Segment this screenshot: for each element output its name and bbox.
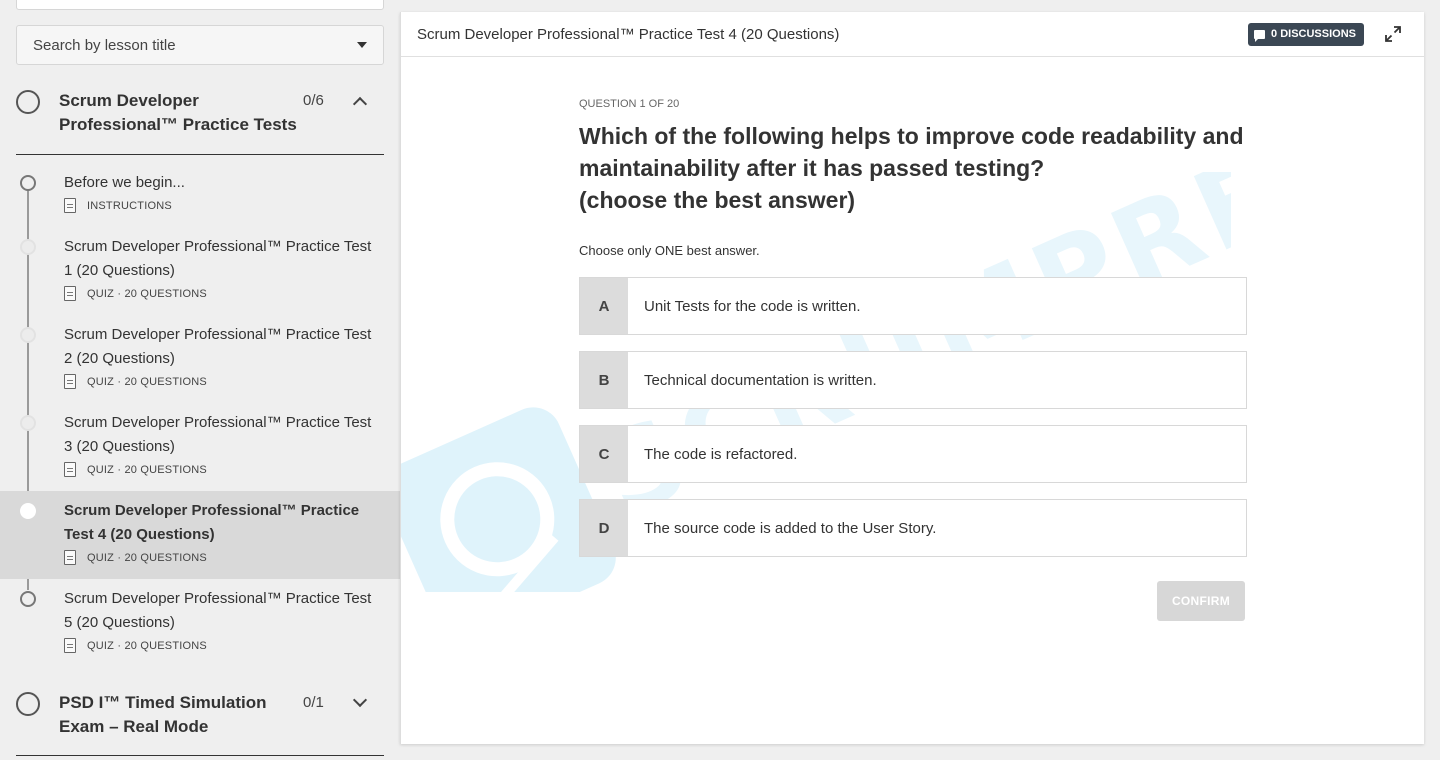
question-number: QUESTION 1 OF 20 xyxy=(579,98,680,110)
option-text: The source code is added to the User Sto… xyxy=(628,500,1246,556)
question-text-line: Which of the following helps to improve … xyxy=(579,123,1244,149)
answer-option-a[interactable]: A Unit Tests for the code is written. xyxy=(579,277,1247,335)
question-text: Which of the following helps to improve … xyxy=(579,120,1259,216)
quiz-icon xyxy=(64,462,76,477)
lesson-item-practice-test-1[interactable]: Scrum Developer Professional™ Practice T… xyxy=(0,235,400,317)
chat-bubble-icon xyxy=(1254,29,1266,42)
lesson-status-circle-icon xyxy=(20,591,36,607)
lesson-meta: QUIZ · 20 QUESTIONS xyxy=(87,375,207,388)
section-progress-circle-icon xyxy=(16,692,40,716)
section-title: Scrum Developer Professional™ Practice T… xyxy=(59,91,297,134)
lesson-item-practice-test-2[interactable]: Scrum Developer Professional™ Practice T… xyxy=(0,323,400,405)
lesson-status-circle-icon xyxy=(20,327,36,343)
section-divider xyxy=(16,755,384,756)
option-text: Technical documentation is written. xyxy=(628,352,1246,408)
lesson-meta: QUIZ · 20 QUESTIONS xyxy=(87,463,207,476)
quiz-icon xyxy=(64,550,76,565)
chevron-down-icon[interactable] xyxy=(352,692,368,708)
lesson-status-circle-icon xyxy=(20,175,36,191)
course-sidebar: Search by lesson title Scrum Developer P… xyxy=(0,0,400,760)
caret-down-icon xyxy=(357,42,367,48)
option-text: The code is refactored. xyxy=(628,426,1246,482)
quiz-icon xyxy=(64,286,76,301)
quiz-icon xyxy=(64,374,76,389)
lesson-meta: INSTRUCTIONS xyxy=(87,199,172,212)
lesson-search-select[interactable]: Search by lesson title xyxy=(16,25,384,65)
lesson-status-circle-icon xyxy=(20,503,36,519)
confirm-button[interactable]: CONFIRM xyxy=(1157,581,1245,621)
option-letter: B xyxy=(580,352,628,408)
option-letter: D xyxy=(580,500,628,556)
answer-option-d[interactable]: D The source code is added to the User S… xyxy=(579,499,1247,557)
option-letter: C xyxy=(580,426,628,482)
lesson-content-panel: Scrum Developer Professional™ Practice T… xyxy=(400,12,1424,744)
answer-instruction: Choose only ONE best answer. xyxy=(579,243,760,258)
lesson-status-circle-icon xyxy=(20,415,36,431)
section-header-practice-tests[interactable]: Scrum Developer Professional™ Practice T… xyxy=(16,89,384,137)
section-divider xyxy=(16,154,384,155)
lesson-header: Scrum Developer Professional™ Practice T… xyxy=(401,12,1424,57)
lesson-title: Scrum Developer Professional™ Practice T… xyxy=(64,238,372,279)
question-text-line: (choose the best answer) xyxy=(579,187,856,213)
section-progress-count: 0/1 xyxy=(303,694,324,711)
section-header-timed-simulation[interactable]: PSD I™ Timed Simulation Exam – Real Mode… xyxy=(16,691,384,739)
lesson-header-title: Scrum Developer Professional™ Practice T… xyxy=(417,25,840,43)
lesson-status-circle-icon xyxy=(20,239,36,255)
lesson-item-practice-test-4[interactable]: Scrum Developer Professional™ Practice T… xyxy=(0,491,400,579)
section-progress-count: 0/6 xyxy=(303,92,324,109)
lesson-title: Scrum Developer Professional™ Practice T… xyxy=(64,502,360,543)
discussions-label: 0 DISCUSSIONS xyxy=(1271,28,1356,40)
option-text: Unit Tests for the code is written. xyxy=(628,278,1246,334)
fullscreen-expand-icon[interactable] xyxy=(1378,22,1408,46)
lesson-title: Scrum Developer Professional™ Practice T… xyxy=(64,326,372,367)
lesson-item-before-we-begin[interactable]: Before we begin... INSTRUCTIONS xyxy=(0,171,400,229)
quiz-icon xyxy=(64,638,76,653)
lesson-title: Scrum Developer Professional™ Practice T… xyxy=(64,590,372,631)
lesson-meta: QUIZ · 20 QUESTIONS xyxy=(87,287,207,300)
lesson-title: Scrum Developer Professional™ Practice T… xyxy=(64,414,372,455)
lesson-item-practice-test-5[interactable]: Scrum Developer Professional™ Practice T… xyxy=(0,587,400,669)
option-letter: A xyxy=(580,278,628,334)
section-progress-circle-icon xyxy=(16,90,40,114)
section-title: PSD I™ Timed Simulation Exam – Real Mode xyxy=(59,693,267,736)
lesson-meta: QUIZ · 20 QUESTIONS xyxy=(87,551,207,564)
lesson-item-practice-test-3[interactable]: Scrum Developer Professional™ Practice T… xyxy=(0,411,400,493)
lesson-meta: QUIZ · 20 QUESTIONS xyxy=(87,639,207,652)
answer-option-b[interactable]: B Technical documentation is written. xyxy=(579,351,1247,409)
chevron-up-icon[interactable] xyxy=(352,96,368,112)
discussions-button[interactable]: 0 DISCUSSIONS xyxy=(1248,22,1364,46)
lesson-search-placeholder: Search by lesson title xyxy=(33,36,176,54)
document-icon xyxy=(64,198,76,213)
answer-option-c[interactable]: C The code is refactored. xyxy=(579,425,1247,483)
lesson-title: Before we begin... xyxy=(64,174,185,191)
sidebar-top-input[interactable] xyxy=(16,0,384,10)
question-text-line: maintainability after it has passed test… xyxy=(579,155,1045,181)
